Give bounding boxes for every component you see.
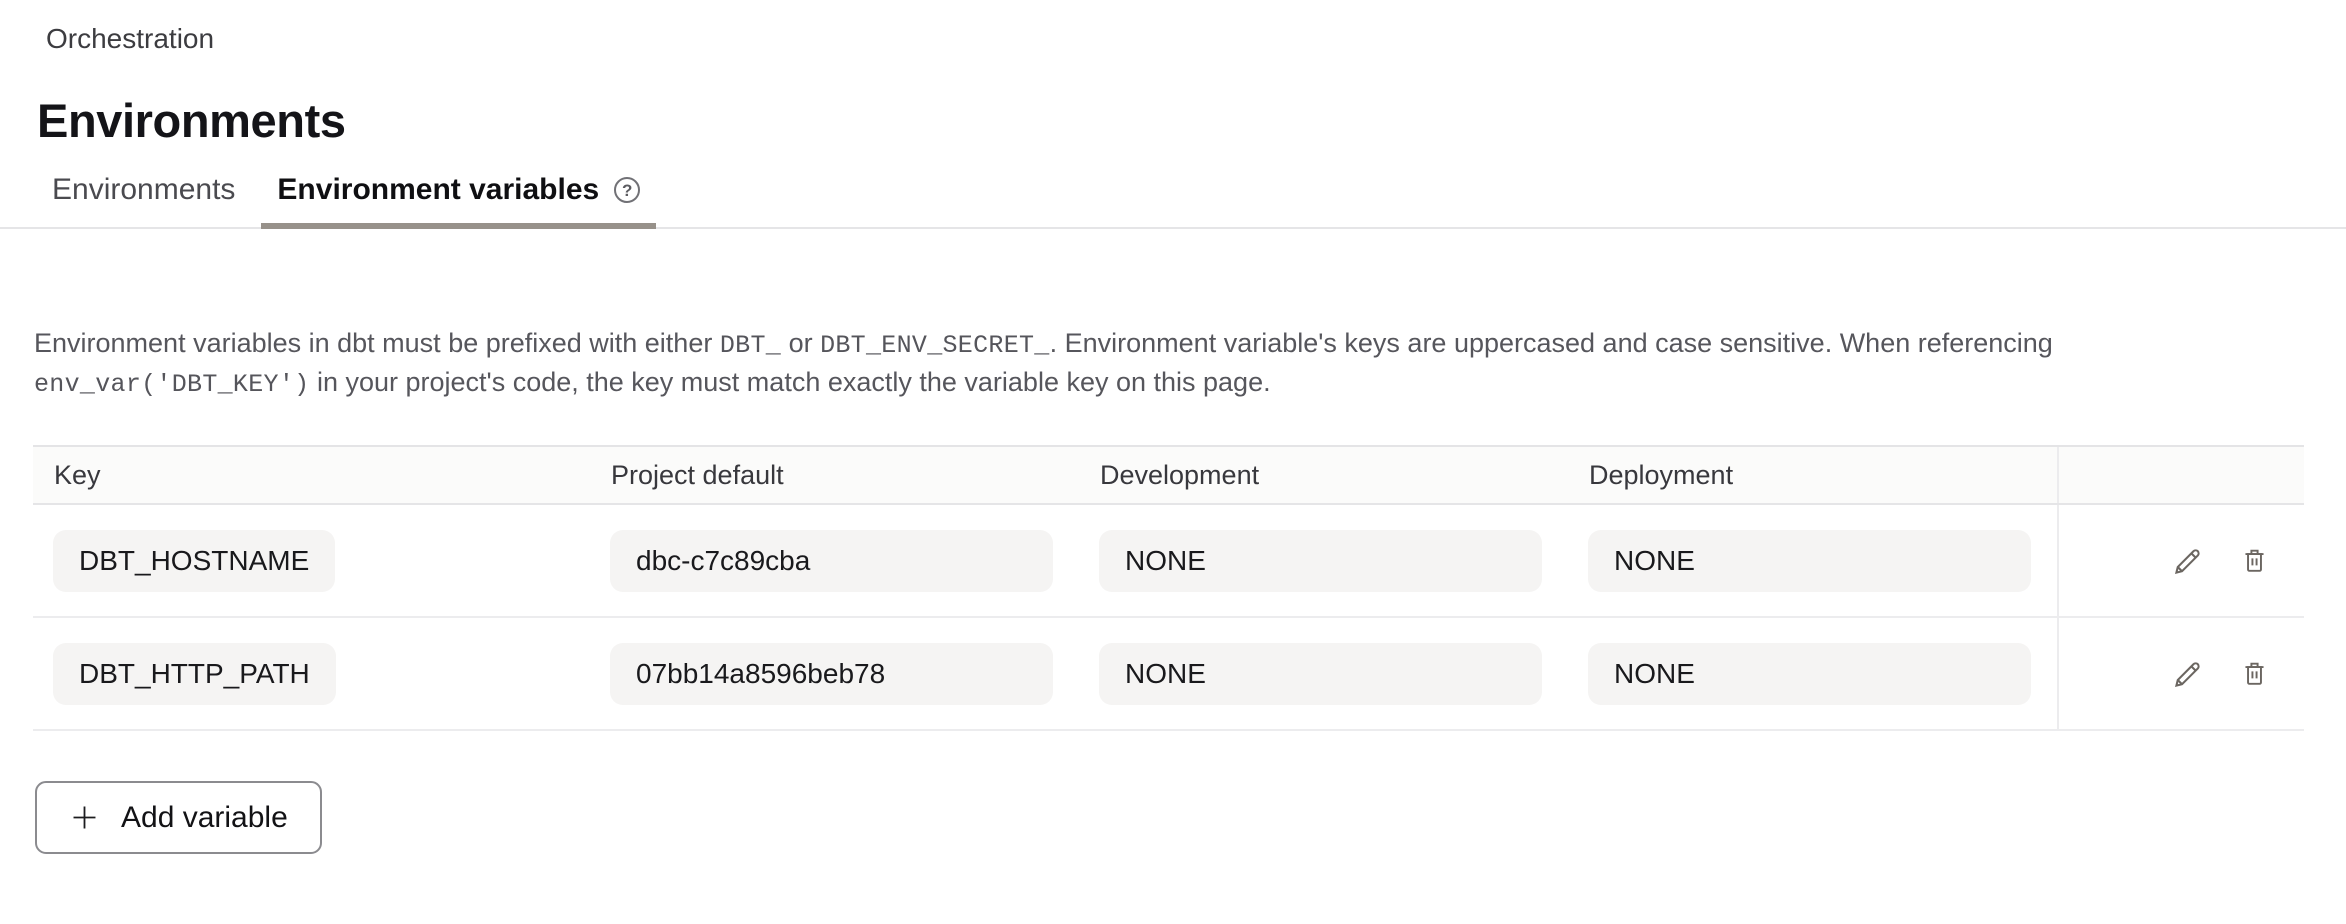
tab-environment-variables-label: Environment variables [277, 172, 599, 208]
description-line: Environment variables in dbt must be pre… [34, 325, 2119, 364]
table-row: DBT_HOSTNAME dbc-c7c89cba NONE NONE [33, 505, 2304, 618]
tab-environment-variables[interactable]: Environment variables ? [261, 172, 656, 229]
column-header-key: Key [33, 447, 590, 503]
tab-environments[interactable]: Environments [36, 172, 251, 229]
trash-icon [2239, 545, 2270, 576]
table-row: DBT_HTTP_PATH 07bb14a8596beb78 NONE NONE [33, 618, 2304, 731]
column-header-development: Development [1079, 447, 1568, 503]
edit-variable-button[interactable] [2170, 543, 2206, 579]
page-description: Environment variables in dbt must be pre… [34, 325, 2119, 403]
development-chip: NONE [1099, 530, 1542, 592]
table-header-row: Key Project default Development Deployme… [33, 447, 2304, 505]
plus-icon [69, 802, 100, 833]
variable-key-chip: DBT_HTTP_PATH [53, 643, 336, 705]
delete-variable-button[interactable] [2236, 656, 2272, 692]
delete-variable-button[interactable] [2236, 543, 2272, 579]
breadcrumb[interactable]: Orchestration [0, 0, 2346, 56]
inline-code: DBT_ENV_SECRET_ [820, 331, 1050, 360]
pencil-icon [2172, 544, 2205, 577]
column-header-actions [2057, 447, 2304, 503]
inline-code: env_var('DBT_KEY') [34, 370, 309, 399]
variable-key-chip: DBT_HOSTNAME [53, 530, 335, 592]
deployment-chip: NONE [1588, 530, 2031, 592]
add-variable-label: Add variable [121, 801, 288, 835]
project-default-chip: dbc-c7c89cba [610, 530, 1053, 592]
development-chip: NONE [1099, 643, 1542, 705]
trash-icon [2239, 658, 2270, 689]
environment-variables-table: Key Project default Development Deployme… [33, 445, 2304, 731]
pencil-icon [2172, 657, 2205, 690]
project-default-chip: 07bb14a8596beb78 [610, 643, 1053, 705]
tab-bar: Environments Environment variables ? [0, 172, 2346, 229]
description-line: env_var('DBT_KEY') in your project's cod… [34, 364, 2119, 403]
edit-variable-button[interactable] [2170, 656, 2206, 692]
add-variable-button[interactable]: Add variable [35, 781, 322, 854]
inline-code: DBT_ [720, 331, 781, 360]
tab-environments-label: Environments [52, 172, 235, 208]
column-header-deployment: Deployment [1568, 447, 2057, 503]
help-icon[interactable]: ? [614, 177, 640, 203]
page-title: Environments [37, 94, 2346, 148]
deployment-chip: NONE [1588, 643, 2031, 705]
column-header-project-default: Project default [590, 447, 1079, 503]
